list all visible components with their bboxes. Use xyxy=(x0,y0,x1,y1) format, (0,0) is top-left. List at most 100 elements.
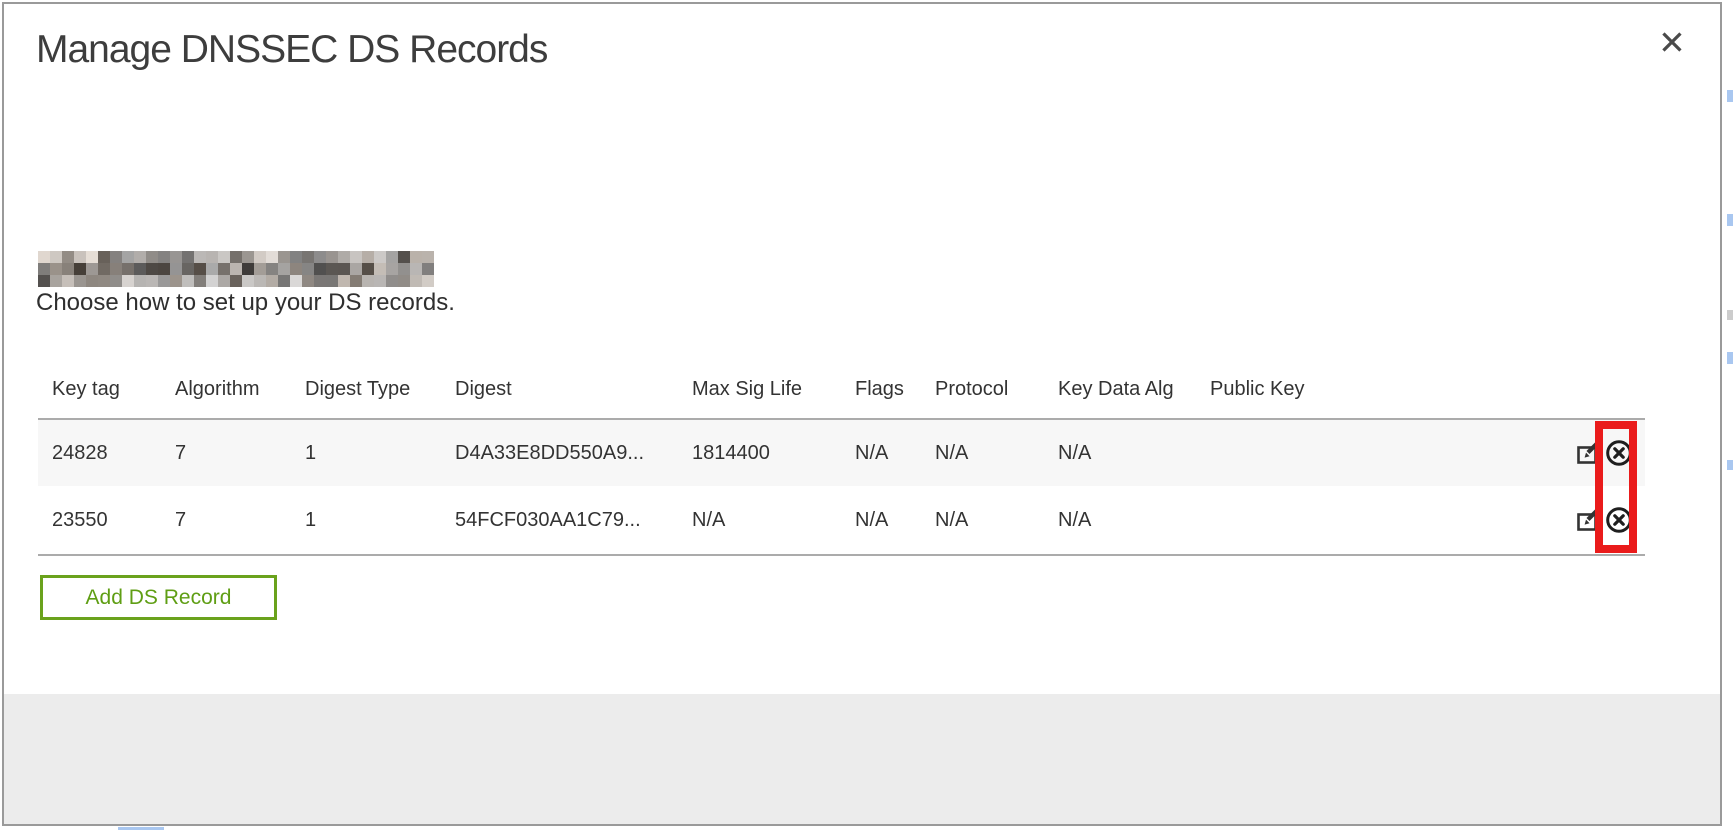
redacted-pixel-block xyxy=(314,263,326,275)
redacted-pixel-block xyxy=(350,263,362,275)
cell-protocol: N/A xyxy=(921,509,1044,532)
redacted-pixel-block xyxy=(158,263,170,275)
redacted-pixel-block xyxy=(110,275,122,287)
redacted-pixel-block xyxy=(182,275,194,287)
subtitle-text: Choose how to set up your DS records. xyxy=(36,289,455,317)
redacted-pixel-block xyxy=(62,263,74,275)
cell-flags: N/A xyxy=(841,442,921,465)
cell-key-data-alg: N/A xyxy=(1044,442,1196,465)
edit-icon[interactable] xyxy=(1575,507,1601,533)
cell-max-sig-life: 1814400 xyxy=(678,442,841,465)
redacted-pixel-block xyxy=(410,275,422,287)
redacted-pixel-block xyxy=(38,275,50,287)
redacted-pixel-block xyxy=(134,275,146,287)
edit-icon[interactable] xyxy=(1575,440,1601,466)
background-artifact xyxy=(1727,90,1733,102)
redacted-pixel-block xyxy=(386,275,398,287)
delete-circle-icon[interactable] xyxy=(1605,439,1633,467)
redacted-pixel-block xyxy=(86,251,98,263)
redacted-pixel-block xyxy=(230,275,242,287)
cell-max-sig-life: N/A xyxy=(678,509,841,532)
redacted-pixel-block xyxy=(266,275,278,287)
redacted-pixel-block xyxy=(134,251,146,263)
redacted-pixel-block xyxy=(122,275,134,287)
redacted-pixel-block xyxy=(242,263,254,275)
redacted-pixel-block xyxy=(314,275,326,287)
background-artifact xyxy=(1727,460,1733,470)
add-ds-record-button[interactable]: Add DS Record xyxy=(40,575,277,620)
redacted-pixel-block xyxy=(386,263,398,275)
delete-circle-icon[interactable] xyxy=(1605,506,1633,534)
redacted-pixel-block xyxy=(86,275,98,287)
redacted-pixel-block xyxy=(254,251,266,263)
background-artifact xyxy=(1727,214,1733,226)
dialog-footer xyxy=(4,694,1722,824)
redacted-pixel-block xyxy=(338,275,350,287)
redacted-pixel-block xyxy=(98,263,110,275)
redacted-pixel-block xyxy=(350,275,362,287)
redacted-pixel-block xyxy=(74,275,86,287)
redacted-pixel-block xyxy=(122,251,134,263)
redacted-pixel-block xyxy=(302,275,314,287)
redacted-pixel-block xyxy=(50,275,62,287)
redacted-pixel-block xyxy=(38,263,50,275)
close-icon[interactable]: ✕ xyxy=(1650,20,1694,64)
redacted-pixel-block xyxy=(374,275,386,287)
redacted-pixel-block xyxy=(230,263,242,275)
redacted-pixel-block xyxy=(386,251,398,263)
cell-digest: D4A33E8DD550A9... xyxy=(441,442,678,465)
column-header-algorithm: Algorithm xyxy=(161,378,291,401)
dialog-title: Manage DNSSEC DS Records xyxy=(36,28,547,72)
redacted-pixel-block xyxy=(374,263,386,275)
redacted-pixel-block xyxy=(362,251,374,263)
redacted-pixel-block xyxy=(218,251,230,263)
background-artifact xyxy=(1727,310,1733,320)
dnssec-dialog-page: Manage DNSSEC DS Records ✕ Choose how to… xyxy=(0,0,1734,830)
column-header-key-tag: Key tag xyxy=(38,378,161,401)
redacted-pixel-block xyxy=(134,263,146,275)
redacted-pixel-block xyxy=(314,251,326,263)
redacted-pixel-block xyxy=(146,251,158,263)
cell-digest: 54FCF030AA1C79... xyxy=(441,509,678,532)
redacted-pixel-block xyxy=(398,251,410,263)
redacted-pixel-block xyxy=(410,263,422,275)
redacted-pixel-block xyxy=(194,263,206,275)
redacted-pixel-block xyxy=(242,275,254,287)
redacted-pixel-block xyxy=(338,263,350,275)
redacted-pixel-block xyxy=(230,251,242,263)
redacted-pixel-block xyxy=(422,251,434,263)
redacted-pixel-block xyxy=(50,251,62,263)
redacted-pixel-block xyxy=(146,275,158,287)
redacted-pixel-block xyxy=(326,251,338,263)
redacted-pixel-block xyxy=(146,263,158,275)
redacted-pixel-block xyxy=(290,251,302,263)
redacted-pixel-block xyxy=(194,251,206,263)
column-header-flags: Flags xyxy=(841,378,921,401)
redacted-pixel-block xyxy=(182,263,194,275)
cell-key-tag: 23550 xyxy=(38,509,161,532)
redacted-pixel-block xyxy=(74,263,86,275)
redacted-pixel-block xyxy=(302,251,314,263)
redacted-pixel-block xyxy=(422,263,434,275)
redacted-pixel-block xyxy=(302,263,314,275)
redacted-domain-name xyxy=(38,251,434,287)
redacted-pixel-block xyxy=(218,275,230,287)
redacted-pixel-block xyxy=(182,251,194,263)
cell-key-data-alg: N/A xyxy=(1044,509,1196,532)
redacted-pixel-block xyxy=(110,263,122,275)
redacted-pixel-block xyxy=(218,263,230,275)
redacted-pixel-block xyxy=(170,263,182,275)
redacted-pixel-block xyxy=(206,275,218,287)
redacted-pixel-block xyxy=(362,275,374,287)
row-actions xyxy=(1545,506,1645,534)
redacted-pixel-block xyxy=(170,275,182,287)
cell-digest-type: 1 xyxy=(291,509,441,532)
redacted-pixel-block xyxy=(158,275,170,287)
column-header-key-data-alg: Key Data Alg xyxy=(1044,378,1196,401)
redacted-pixel-block xyxy=(350,251,362,263)
redacted-pixel-block xyxy=(290,275,302,287)
redacted-pixel-block xyxy=(266,263,278,275)
redacted-pixel-block xyxy=(326,263,338,275)
table-header-row: Key tag Algorithm Digest Type Digest Max… xyxy=(38,360,1645,420)
redacted-pixel-block xyxy=(410,251,422,263)
